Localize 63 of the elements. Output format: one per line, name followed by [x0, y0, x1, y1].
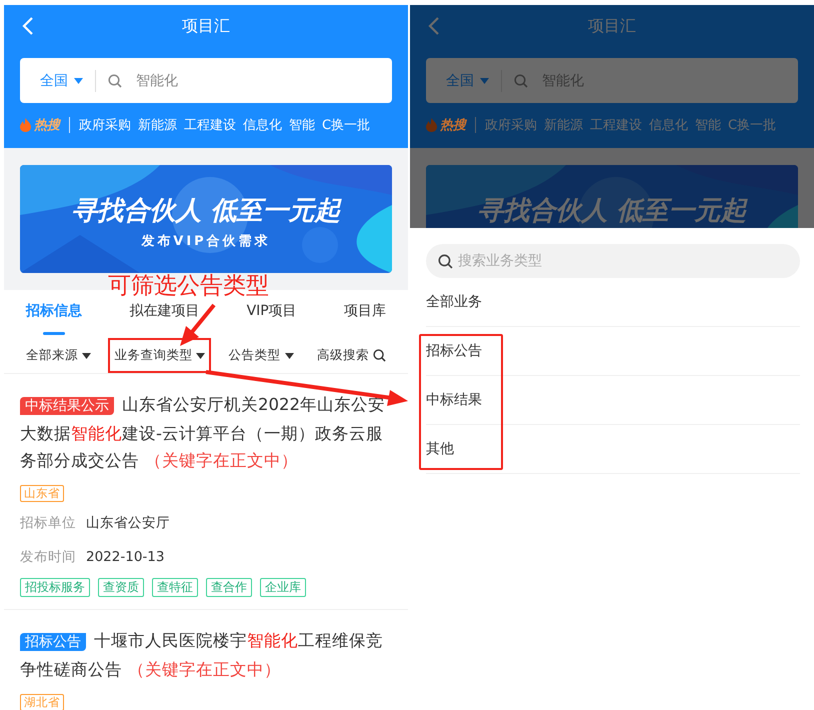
option-item[interactable]: 招标公告: [426, 327, 800, 376]
filter-dropdown[interactable]: 全部来源: [20, 338, 97, 373]
refresh-link[interactable]: C换一批: [322, 116, 370, 134]
caret-icon: [74, 78, 83, 84]
banner-headline: 寻找合伙人 低至一元起: [71, 196, 341, 226]
search-icon: [372, 349, 386, 362]
banner-subline: 发布VIP合伙需求: [141, 233, 271, 250]
hot-term-link[interactable]: 工程建设: [184, 116, 236, 134]
hot-term-link[interactable]: 智能: [695, 116, 721, 134]
filter-dropdown[interactable]: 业务查询类型: [108, 338, 212, 373]
hot-term-link[interactable]: 信息化: [243, 116, 282, 134]
caret-icon: [82, 352, 91, 358]
hot-term-link[interactable]: 工程建设: [590, 116, 642, 134]
service-tag[interactable]: 企业库: [260, 578, 306, 597]
banner-headline: 寻找合伙人 低至一元起: [477, 196, 747, 226]
region-selector[interactable]: 全国: [40, 72, 68, 90]
tab[interactable]: 项目库: [344, 294, 386, 338]
caret-icon: [196, 352, 206, 358]
filter-dropdown[interactable]: 公告类型: [222, 338, 300, 373]
hot-term-link[interactable]: 智能: [289, 116, 315, 134]
hot-term-link[interactable]: 新能源: [138, 116, 177, 134]
hot-term-link[interactable]: 信息化: [649, 116, 688, 134]
refresh-link[interactable]: C换一批: [728, 116, 776, 134]
caret-icon: [284, 352, 294, 358]
search-field[interactable]: 全国 智能化: [20, 58, 392, 103]
hot-search-label: 热搜: [440, 117, 466, 134]
hot-search-label: 热搜: [34, 117, 60, 134]
field-label: 发布时间: [20, 548, 76, 566]
caret-icon: [480, 78, 489, 84]
result-title[interactable]: 招标公告 十堰市人民医院楼宇智能化工程维保竞争性磋商公告 （关键字在正文中）: [20, 627, 392, 683]
service-tag[interactable]: 查资质: [98, 578, 144, 597]
service-tag[interactable]: 查合作: [206, 578, 252, 597]
page-title: 项目汇: [182, 16, 230, 36]
filter-dropdown[interactable]: 高级搜索: [310, 338, 392, 373]
service-tag[interactable]: 招投标服务: [20, 578, 90, 597]
search-field[interactable]: 搜索业务类型: [426, 244, 800, 278]
field-label: 招标单位: [20, 514, 76, 532]
hot-term-link[interactable]: 新能源: [544, 116, 583, 134]
option-item[interactable]: 其他: [426, 425, 800, 474]
status-badge: 中标结果公示: [20, 397, 114, 415]
service-tag[interactable]: 查特征: [152, 578, 198, 597]
result-title[interactable]: 中标结果公示 山东省公安厅机关2022年山东公安大数据智能化建设-云计算平台（一期）政务云服务部分成交公告 （关键字在正文中）: [20, 391, 392, 474]
back-icon[interactable]: [428, 16, 440, 36]
hot-term-link[interactable]: 政府采购: [485, 116, 537, 134]
flame-icon: [20, 118, 31, 132]
flame-icon: [426, 118, 437, 132]
region-tag: 山东省: [20, 485, 64, 502]
hot-term-link[interactable]: 政府采购: [79, 116, 131, 134]
status-badge: 招标公告: [20, 633, 86, 651]
search-value: 智能化: [136, 72, 178, 90]
tab[interactable]: 招标信息: [26, 294, 82, 338]
back-icon[interactable]: [22, 16, 34, 36]
search-icon: [108, 74, 122, 88]
page-title: 项目汇: [588, 16, 636, 36]
search-icon: [514, 74, 528, 88]
option-item[interactable]: 全部业务: [426, 278, 800, 327]
region-selector[interactable]: 全国: [446, 72, 474, 90]
field-value: 2022-10-13: [86, 549, 164, 565]
region-tag: 湖北省: [20, 694, 64, 710]
option-item[interactable]: 中标结果: [426, 376, 800, 425]
callout-text: 可筛选公告类型: [108, 272, 269, 301]
field-value: 山东省公安厅: [86, 514, 170, 532]
search-icon: [438, 254, 453, 269]
